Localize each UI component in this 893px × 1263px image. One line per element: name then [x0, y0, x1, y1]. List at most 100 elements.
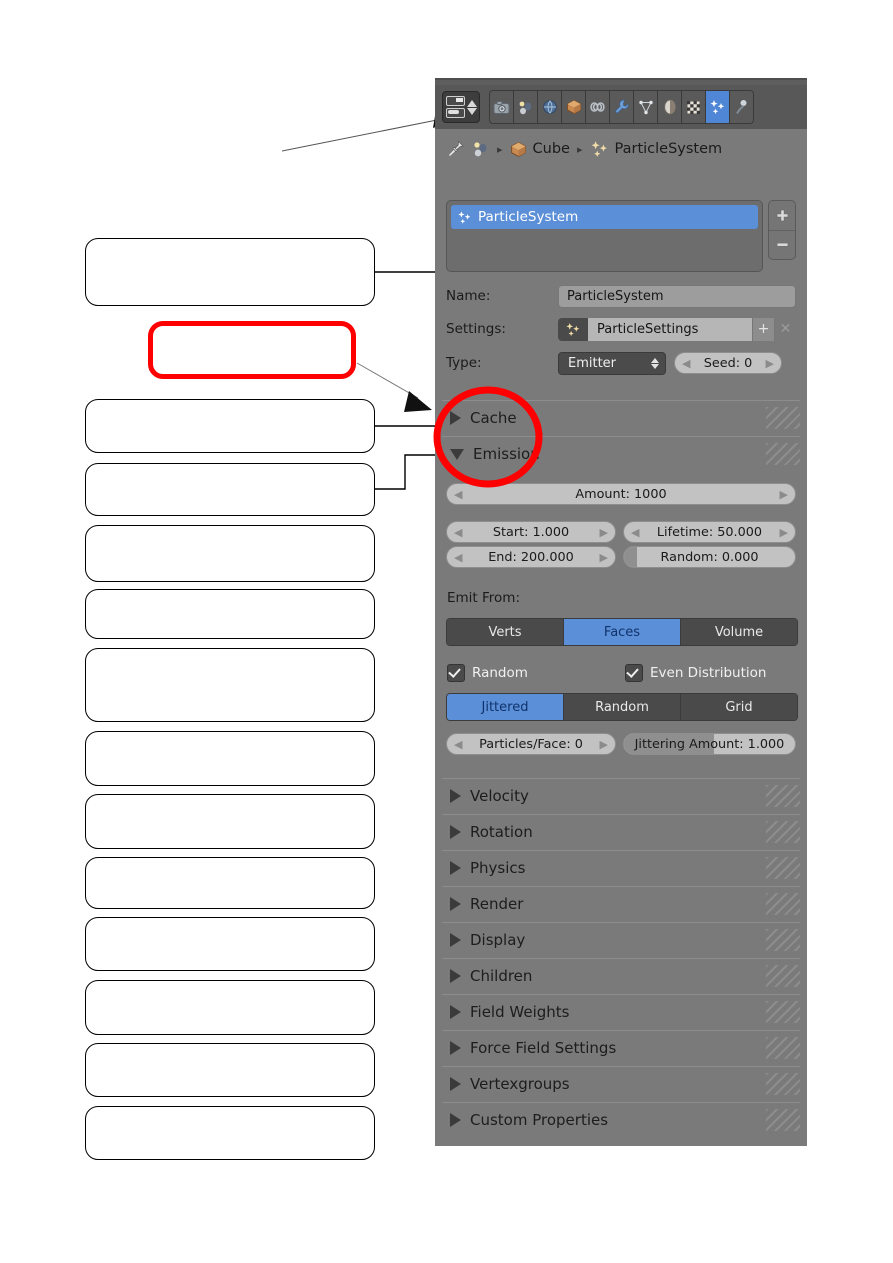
random-lifetime-field[interactable]: ◀ Random: 0.000 ▶ [623, 546, 796, 568]
section-header-render[interactable]: Render [442, 886, 800, 921]
breadcrumb-particles-icon[interactable] [590, 140, 609, 158]
lifetime-field[interactable]: ◀ Lifetime: 50.000 ▶ [623, 521, 796, 543]
leader-line-4 [375, 454, 435, 490]
plus-icon [776, 209, 788, 222]
section-header-custom-properties[interactable]: Custom Properties [442, 1102, 800, 1137]
section-label-cache: Cache [470, 409, 517, 427]
section-header-physics[interactable]: Physics [442, 850, 800, 885]
properties-tab-strip [489, 90, 754, 124]
tab-texture[interactable] [682, 91, 706, 123]
section-header-force-field-settings[interactable]: Force Field Settings [442, 1030, 800, 1065]
breadcrumb-cube-icon[interactable] [510, 141, 527, 158]
even-distribution-checkbox-row[interactable]: Even Distribution [625, 664, 766, 682]
tab-constraints[interactable] [586, 91, 610, 123]
chevron-right-icon [450, 897, 461, 911]
section-header-display[interactable]: Display [442, 922, 800, 957]
checkbox-icon[interactable] [625, 664, 643, 682]
end-field[interactable]: ◀ End: 200.000 ▶ [446, 546, 616, 568]
type-dropdown[interactable]: Emitter [558, 351, 666, 375]
tab-render[interactable] [490, 91, 514, 123]
callout-14 [85, 1106, 375, 1160]
tab-scene[interactable] [514, 91, 538, 123]
even-distribution-checkbox-label: Even Distribution [650, 665, 767, 681]
chevron-down-icon [450, 448, 464, 460]
distribution-grid[interactable]: Grid [681, 694, 797, 720]
breadcrumb-scene-icon[interactable] [471, 141, 490, 158]
breadcrumb: ▸ Cube ▸ ParticleSystem [435, 129, 807, 169]
settings-row: Settings: ParticleSettings + ✕ [446, 316, 796, 342]
callout-4 [85, 463, 375, 516]
tab-modifiers[interactable] [610, 91, 634, 123]
name-input[interactable]: ParticleSystem [558, 284, 796, 308]
section-header-vertexgroups[interactable]: Vertexgroups [442, 1066, 800, 1101]
random-checkbox-row[interactable]: Random [447, 664, 528, 682]
physics-icon [734, 99, 749, 115]
seed-field[interactable]: ◀ Seed: 0 ▶ [674, 352, 782, 374]
right-arrow-icon[interactable]: ▶ [766, 357, 774, 370]
section-header-children[interactable]: Children [442, 958, 800, 993]
editor-type-selector[interactable] [442, 91, 480, 123]
breadcrumb-item-cube[interactable]: Cube [533, 141, 570, 157]
section-header-emission[interactable]: Emission [442, 436, 800, 471]
section-label-velocity: Velocity [470, 787, 529, 805]
right-arrow-icon[interactable]: ▶ [780, 526, 788, 539]
left-arrow-icon[interactable]: ◀ [454, 551, 462, 564]
chevron-updown-icon [466, 99, 477, 115]
new-settings-button[interactable]: + [752, 317, 774, 341]
add-particle-system-button[interactable] [769, 201, 795, 230]
left-arrow-icon[interactable]: ◀ [454, 488, 462, 501]
breadcrumb-item-particlesystem[interactable]: ParticleSystem [615, 141, 723, 157]
unlink-settings-button[interactable]: ✕ [774, 317, 796, 341]
left-arrow-icon[interactable]: ◀ [631, 526, 639, 539]
tab-particles[interactable] [706, 91, 730, 123]
right-arrow-icon[interactable]: ▶ [600, 738, 608, 751]
random-lifetime-value: Random: 0.000 [660, 549, 759, 565]
world-globe-icon [542, 99, 558, 115]
type-label: Type: [446, 355, 482, 371]
section-header-cache[interactable]: Cache [442, 400, 800, 435]
wrench-icon [614, 99, 629, 115]
pin-icon[interactable] [447, 140, 465, 158]
right-arrow-icon[interactable]: ▶ [780, 488, 788, 501]
list-item[interactable]: ParticleSystem [451, 205, 758, 229]
tab-world[interactable] [538, 91, 562, 123]
random-checkbox-label: Random [472, 665, 528, 681]
section-header-velocity[interactable]: Velocity [442, 778, 800, 813]
particles-icon [457, 210, 472, 225]
section-label-custom-properties: Custom Properties [470, 1111, 609, 1129]
left-arrow-icon[interactable]: ◀ [454, 526, 462, 539]
right-arrow-icon[interactable]: ▶ [600, 551, 608, 564]
settings-id-field[interactable]: ParticleSettings + ✕ [558, 317, 796, 341]
emit-from-volume[interactable]: Volume [681, 619, 797, 645]
emit-from-verts[interactable]: Verts [447, 619, 564, 645]
name-row: Name: ParticleSystem [446, 283, 796, 309]
chain-link-icon [589, 100, 606, 114]
distribution-jittered[interactable]: Jittered [447, 694, 564, 720]
arrow-line-to-properties-tab [281, 119, 438, 152]
camera-icon [493, 100, 510, 115]
tab-physics[interactable] [730, 91, 753, 123]
jittering-amount-field[interactable]: ◀ Jittering Amount: 1.000 ▶ [623, 733, 796, 755]
tab-material[interactable] [658, 91, 682, 123]
lifetime-value: Lifetime: 50.000 [656, 524, 763, 540]
tab-data[interactable] [634, 91, 658, 123]
remove-particle-system-button[interactable] [769, 229, 795, 260]
tab-object[interactable] [562, 91, 586, 123]
section-header-field-weights[interactable]: Field Weights [442, 994, 800, 1029]
emit-from-faces[interactable]: Faces [564, 619, 681, 645]
distribution-random[interactable]: Random [564, 694, 681, 720]
callout-7 [85, 648, 375, 722]
settings-datablock-name[interactable]: ParticleSettings [588, 317, 752, 341]
start-field[interactable]: ◀ Start: 1.000 ▶ [446, 521, 616, 543]
amount-field[interactable]: ◀ Amount: 1000 ▶ [446, 483, 796, 505]
left-arrow-icon[interactable]: ◀ [682, 357, 690, 370]
checkbox-icon[interactable] [447, 664, 465, 682]
right-arrow-icon[interactable]: ▶ [600, 526, 608, 539]
left-arrow-icon[interactable]: ◀ [454, 738, 462, 751]
chevron-right-icon [450, 825, 461, 839]
particles-per-face-field[interactable]: ◀ Particles/Face: 0 ▶ [446, 733, 616, 755]
particle-system-list[interactable]: ParticleSystem [446, 200, 763, 272]
distribution-options: Jittered Random Grid [446, 693, 798, 721]
chevron-right-icon [450, 1041, 461, 1055]
section-header-rotation[interactable]: Rotation [442, 814, 800, 849]
